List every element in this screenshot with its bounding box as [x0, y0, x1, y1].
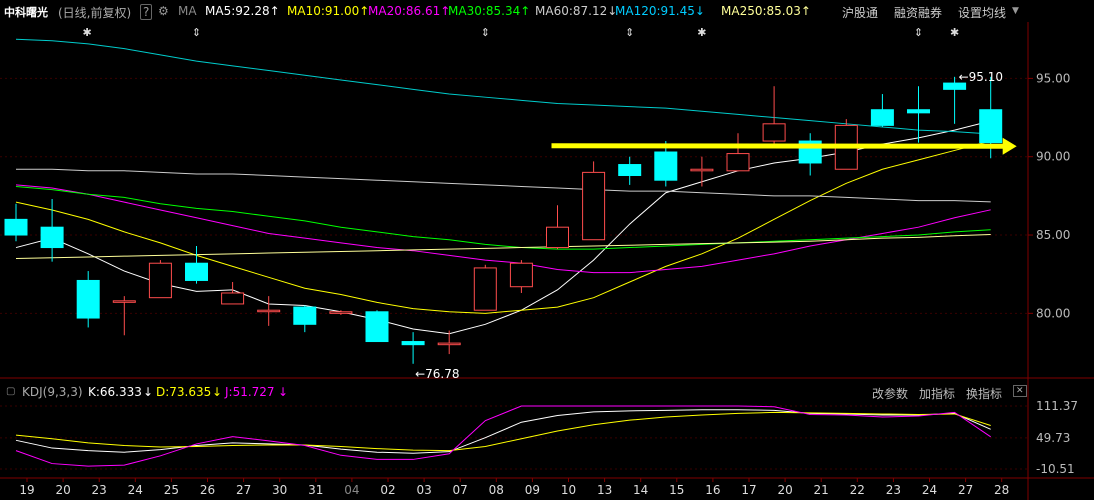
candle-body[interactable] — [870, 109, 894, 126]
ma-line-ma120 — [15, 38, 991, 135]
x-tick-label: 09 — [525, 483, 540, 497]
candle-body[interactable] — [690, 168, 714, 172]
candle-body[interactable] — [762, 123, 786, 142]
event-marker: ✱ — [697, 26, 706, 39]
event-marker: ✱ — [950, 26, 959, 39]
x-tick-label: 19 — [19, 483, 34, 497]
candlestick-chart[interactable]: 80.0085.0090.0095.00111.3749.73-10.51✱ ⇕ ⇕… — [0, 0, 1094, 500]
x-tick-label: 21 — [814, 483, 829, 497]
candle-body[interactable] — [907, 109, 930, 114]
x-tick-label: 24 — [128, 483, 143, 497]
event-marker: ⇕ — [625, 26, 634, 39]
x-tick-label: 22 — [850, 483, 865, 497]
x-tick-label: 25 — [164, 483, 179, 497]
kdj-name[interactable]: KDJ(9,3,3) — [22, 385, 83, 399]
min-price-label: ←76.78 — [415, 367, 459, 381]
y-tick-label: 80.00 — [1036, 306, 1070, 320]
event-marker: ⇕ — [192, 26, 201, 39]
x-tick-label: 08 — [489, 483, 504, 497]
x-tick-label: 07 — [453, 483, 468, 497]
x-tick-label: 13 — [597, 483, 612, 497]
kdj-d-value: D:73.635 — [156, 385, 212, 399]
x-tick-label: 27 — [236, 483, 251, 497]
candle-body[interactable] — [185, 262, 208, 281]
candle-body[interactable] — [148, 262, 172, 299]
x-tick-label: 30 — [272, 483, 287, 497]
x-tick-label: 16 — [705, 483, 720, 497]
candle-body[interactable] — [401, 341, 425, 346]
event-marker: ✱ — [82, 26, 91, 39]
swap-indicator-button[interactable]: 换指标 — [966, 385, 1002, 402]
candle-body[interactable] — [654, 151, 678, 181]
kdj-tick-label: 49.73 — [1036, 431, 1070, 445]
x-tick-label: 03 — [416, 483, 431, 497]
candle-body[interactable] — [40, 226, 64, 249]
x-tick-label: 02 — [380, 483, 395, 497]
kdj-line-d — [15, 411, 991, 452]
candle-body[interactable] — [582, 171, 606, 241]
change-params-button[interactable]: 改参数 — [872, 385, 908, 402]
x-tick-label: 14 — [633, 483, 648, 497]
y-tick-label: 95.00 — [1036, 71, 1070, 85]
candle-body[interactable] — [437, 342, 461, 346]
kdj-k-arrow: ↓ — [143, 385, 154, 399]
x-tick-label: 15 — [669, 483, 684, 497]
kdj-j-value: J:51.727 — [225, 385, 275, 399]
x-tick-label: 17 — [741, 483, 756, 497]
candle-body[interactable] — [979, 109, 1003, 144]
x-tick-label: 31 — [308, 483, 323, 497]
trend-arrow-head — [1002, 137, 1017, 155]
kdj-k-value: K:66.333 — [88, 385, 142, 399]
candle-body[interactable] — [112, 300, 136, 303]
event-marker: ⇕ — [914, 26, 923, 39]
max-price-label: ←95.10 — [959, 70, 1003, 84]
kdj-line-j — [15, 405, 991, 467]
candle-body[interactable] — [546, 226, 569, 249]
kdj-tick-label: -10.51 — [1036, 462, 1075, 476]
settings-small-icon[interactable]: ▢ — [6, 386, 15, 397]
candle-body[interactable] — [943, 82, 967, 90]
candle-body[interactable] — [509, 262, 533, 288]
ma-line-ma60 — [16, 168, 991, 203]
x-tick-label: 28 — [994, 483, 1009, 497]
close-icon[interactable]: ✕ — [1013, 385, 1027, 397]
x-tick-label: 10 — [561, 483, 576, 497]
candle-body[interactable] — [76, 279, 100, 319]
trend-arrow-line — [551, 143, 1005, 149]
x-tick-label: 23 — [92, 483, 107, 497]
candle-body[interactable] — [365, 311, 389, 343]
x-tick-label: 23 — [886, 483, 901, 497]
kdj-d-arrow: ↓ — [212, 385, 223, 399]
x-tick-label: 20 — [55, 483, 70, 497]
add-indicator-button[interactable]: 加指标 — [919, 385, 955, 402]
candle-body[interactable] — [618, 164, 642, 177]
candle-body[interactable] — [4, 218, 28, 236]
ma-line-ma20 — [15, 184, 991, 274]
x-tick-label: 27 — [958, 483, 973, 497]
y-tick-label: 85.00 — [1036, 228, 1070, 242]
event-marker: ⇕ — [481, 26, 490, 39]
candle-body[interactable] — [221, 292, 245, 305]
x-tick-label: 24 — [922, 483, 937, 497]
candle-body[interactable] — [726, 153, 750, 172]
candle-body[interactable] — [329, 311, 353, 314]
candle-body[interactable] — [473, 267, 497, 311]
candle-body[interactable] — [257, 309, 281, 313]
kdj-header: ▢ KDJ(9,3,3) K:66.333 ↓ D:73.635 ↓ J:51.… — [0, 384, 1094, 402]
x-tick-label: 04 — [344, 483, 359, 497]
x-tick-label: 26 — [200, 483, 215, 497]
x-tick-label: 20 — [777, 483, 792, 497]
y-tick-label: 90.00 — [1036, 150, 1070, 164]
kdj-j-arrow: ↓ — [278, 385, 289, 399]
candle-body[interactable] — [293, 306, 317, 325]
